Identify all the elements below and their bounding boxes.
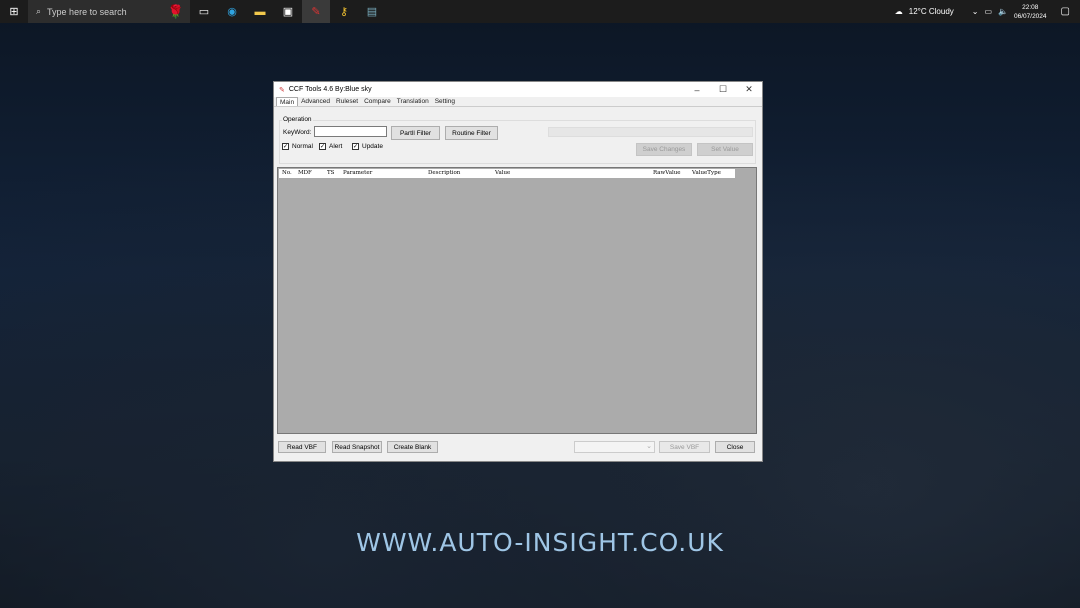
app-icon: ✎ bbox=[279, 86, 285, 94]
save-changes-button[interactable]: Save Changes bbox=[636, 143, 692, 156]
col-no[interactable]: No. bbox=[282, 169, 292, 178]
window-title: CCF Tools 4.6 By:Blue sky bbox=[288, 86, 372, 93]
keyword-label: KeyWord: bbox=[283, 129, 312, 136]
select-dropdown[interactable]: ⌄ bbox=[574, 441, 655, 453]
tab-ruleset[interactable]: Ruleset bbox=[333, 97, 361, 106]
search-box[interactable]: ⌕ Type here to search 🌹 bbox=[28, 0, 190, 23]
roses-icon: 🌹 bbox=[167, 3, 184, 19]
read-snapshot-button[interactable]: Read Snapshot bbox=[332, 441, 382, 453]
search-placeholder: Type here to search bbox=[47, 6, 127, 17]
col-parameter[interactable]: Parameter bbox=[343, 169, 372, 178]
system-tray: ☁ 12°C Cloudy ⌄ ▭ 🔈 22:08 06/07/2024 ▢ bbox=[895, 0, 1080, 23]
tab-advanced[interactable]: Advanced bbox=[298, 97, 333, 106]
create-blank-button[interactable]: Create Blank bbox=[387, 441, 438, 453]
taskbar: ⊞ ⌕ Type here to search 🌹 ▭ ◉ ▬ ▣ ✎ ⚷ ▤ ☁ … bbox=[0, 0, 1080, 23]
ccf-tools-taskbar-icon[interactable]: ✎ bbox=[302, 0, 330, 23]
col-mdf[interactable]: MDF bbox=[298, 169, 312, 178]
tab-main[interactable]: Main bbox=[276, 97, 299, 106]
windows-start-icon[interactable]: ⊞ bbox=[0, 0, 28, 23]
minimize-button[interactable]: – bbox=[684, 82, 710, 97]
network-icon[interactable]: ▭ bbox=[984, 7, 992, 16]
update-checkbox[interactable]: ✓ Update bbox=[352, 143, 383, 150]
tab-compare[interactable]: Compare bbox=[361, 97, 394, 106]
search-icon: ⌕ bbox=[36, 6, 42, 16]
task-view-icon[interactable]: ▭ bbox=[190, 0, 218, 23]
partll-filter-button[interactable]: Partll Filter bbox=[391, 126, 440, 140]
read-vbf-button[interactable]: Read VBF bbox=[278, 441, 326, 453]
watermark: WWW.AUTO-INSIGHT.CO.UK bbox=[356, 528, 724, 557]
col-rawvalue[interactable]: RawValue bbox=[653, 169, 681, 178]
notifications-icon[interactable]: ▢ bbox=[1061, 6, 1070, 17]
col-value[interactable]: Value bbox=[495, 169, 510, 178]
ccf-tools-window: ✎ CCF Tools 4.6 By:Blue sky – ☐ ✕ Main A… bbox=[273, 81, 763, 462]
file-explorer-icon[interactable]: ▬ bbox=[246, 0, 274, 23]
parameter-grid[interactable]: No. MDF TS Parameter Description Value R… bbox=[277, 167, 757, 434]
edge-icon[interactable]: ◉ bbox=[218, 0, 246, 23]
col-valuetype[interactable]: ValueType bbox=[692, 169, 721, 178]
keyword-input[interactable] bbox=[314, 126, 387, 137]
weather-icon: ☁ bbox=[894, 7, 903, 16]
chevron-up-icon[interactable]: ⌄ bbox=[972, 7, 979, 16]
close-window-button[interactable]: ✕ bbox=[736, 82, 762, 97]
set-value-button[interactable]: Set Value bbox=[697, 143, 753, 156]
key-icon[interactable]: ⚷ bbox=[330, 0, 358, 23]
routine-filter-button[interactable]: Routine Filter bbox=[445, 126, 498, 140]
grid-header: No. MDF TS Parameter Description Value R… bbox=[279, 169, 735, 178]
col-description[interactable]: Description bbox=[428, 169, 460, 178]
close-button[interactable]: Close bbox=[715, 441, 755, 453]
chevron-down-icon: ⌄ bbox=[646, 443, 652, 450]
clock[interactable]: 22:08 06/07/2024 bbox=[1014, 3, 1047, 21]
save-vbf-button[interactable]: Save VBF bbox=[659, 441, 710, 453]
title-bar: ✎ CCF Tools 4.6 By:Blue sky – ☐ ✕ bbox=[274, 82, 762, 97]
progress-bar bbox=[548, 127, 753, 137]
col-ts[interactable]: TS bbox=[327, 169, 334, 178]
alert-checkbox[interactable]: ✓ Alert bbox=[319, 143, 342, 150]
tab-setting[interactable]: Setting bbox=[432, 97, 458, 106]
weather-text[interactable]: 12°C Cloudy bbox=[909, 7, 954, 16]
tab-bar: Main Advanced Ruleset Compare Translatio… bbox=[274, 97, 762, 107]
volume-icon[interactable]: 🔈 bbox=[998, 7, 1008, 16]
maximize-button[interactable]: ☐ bbox=[710, 82, 736, 97]
app-icon[interactable]: ▤ bbox=[358, 0, 386, 23]
normal-checkbox[interactable]: ✓ Normal bbox=[282, 143, 313, 150]
store-icon[interactable]: ▣ bbox=[274, 0, 302, 23]
operation-group-label: Operation bbox=[282, 116, 313, 123]
tab-translation[interactable]: Translation bbox=[394, 97, 432, 106]
